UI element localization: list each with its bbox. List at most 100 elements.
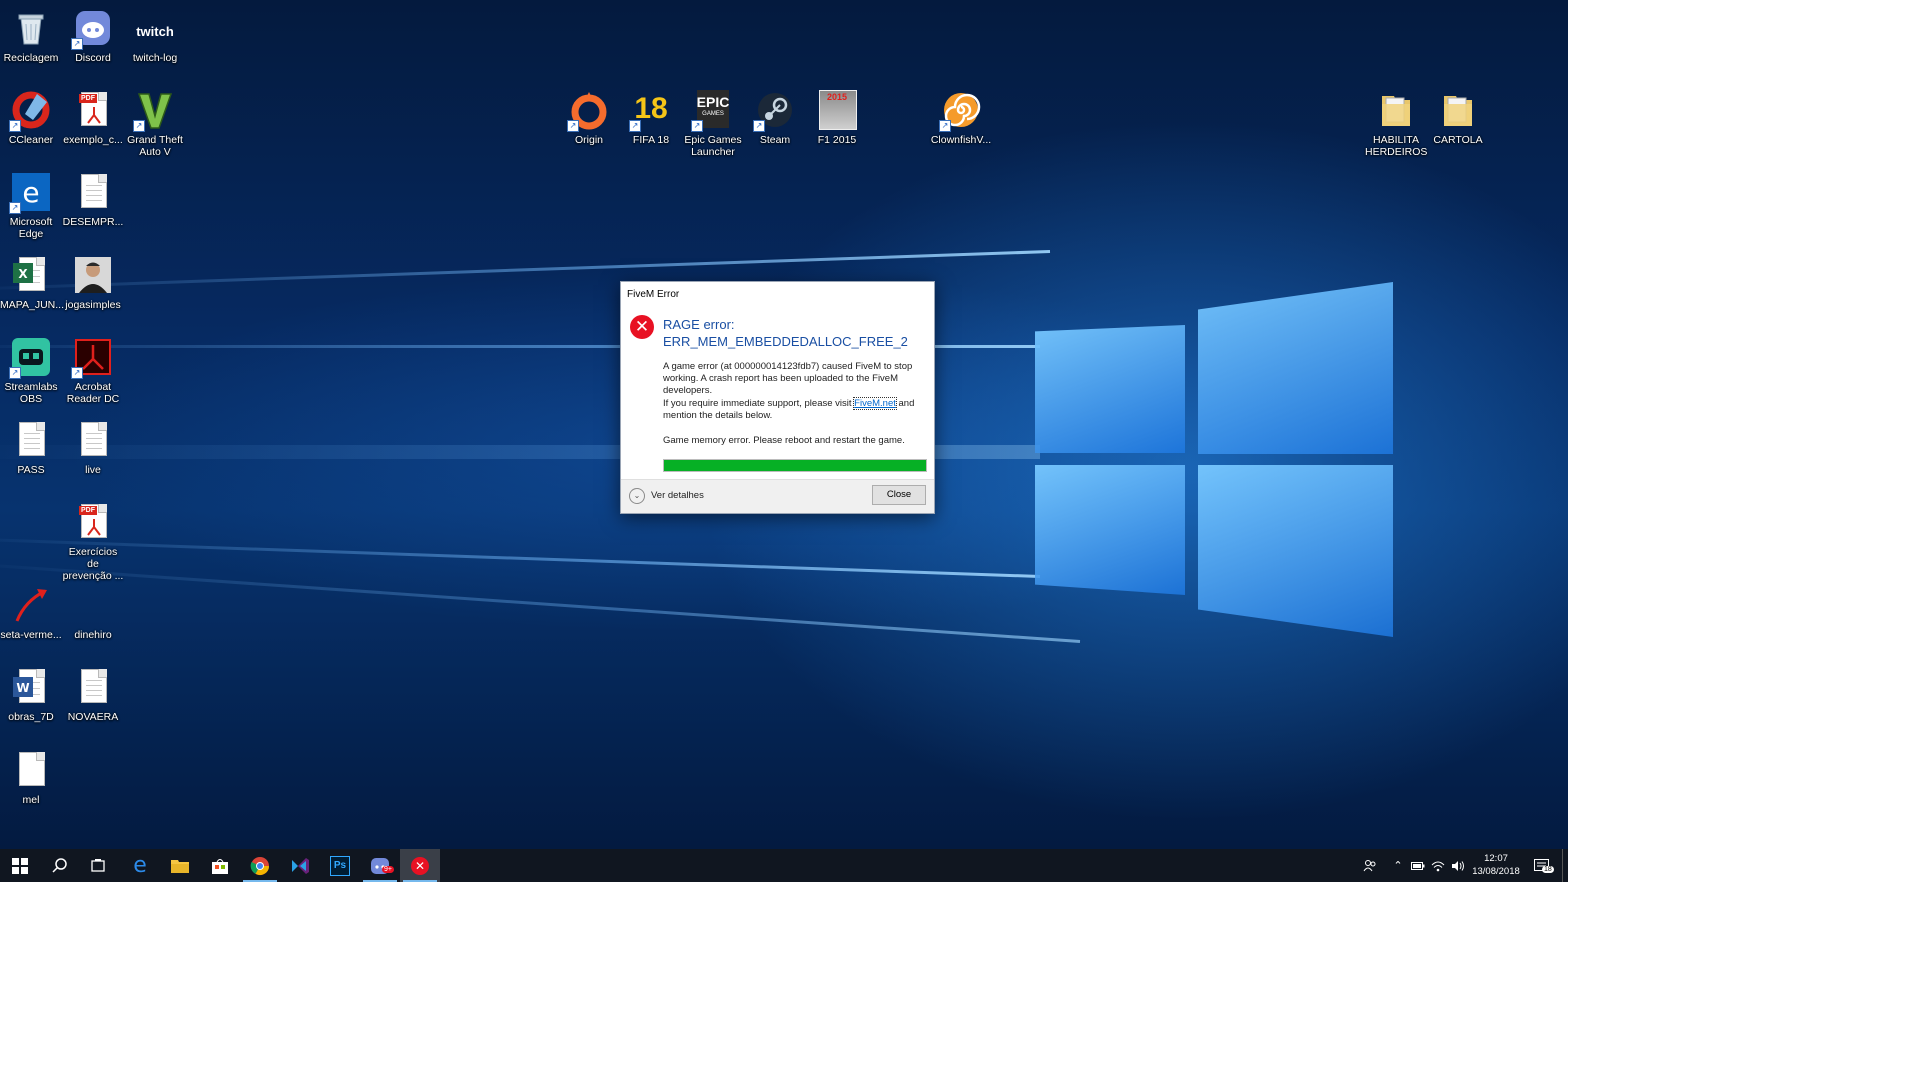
desktop-icon-novaera[interactable]: NOVAERA — [62, 667, 124, 723]
desktop-icon-pass[interactable]: PASS — [0, 420, 62, 476]
store-icon — [212, 858, 228, 874]
memory-error-text: Game memory error. Please reboot and res… — [663, 435, 905, 446]
taskbar-chrome[interactable] — [240, 849, 280, 882]
word-file-icon: W — [11, 667, 51, 707]
error-code: ERR_MEM_EMBEDDEDALLOC_FREE_2 — [663, 334, 908, 349]
start-button[interactable] — [0, 849, 40, 882]
shortcut-arrow-icon: ↗ — [9, 367, 21, 379]
desktop-icon-jogasimples[interactable]: jogasimples — [62, 255, 124, 311]
recycle-bin-icon — [11, 8, 51, 48]
desktop-icon-obras[interactable]: W obras_7D — [0, 667, 62, 723]
shortcut-arrow-icon: ↗ — [567, 120, 579, 132]
taskbar-visual-studio[interactable] — [280, 849, 320, 882]
steam-icon: ↗ — [753, 90, 795, 132]
desktop-icon-exemplo[interactable]: PDF exemplo_c... — [62, 90, 124, 146]
taskbar-edge[interactable]: e — [120, 849, 160, 882]
fivem-net-link[interactable]: FiveM.net — [853, 396, 897, 410]
people-button[interactable] — [1360, 849, 1380, 882]
wallpaper-beam — [0, 536, 1041, 578]
system-clock[interactable]: 12:07 13/08/2018 — [1470, 852, 1522, 878]
desktop-icon-origin[interactable]: ↗ Origin — [558, 90, 620, 146]
desktop-icon-epic-games[interactable]: EPIC GAMES ↗ Epic Games Launcher — [682, 90, 744, 158]
close-button[interactable]: Close — [872, 485, 926, 505]
fifa-icon: 18 ↗ — [629, 90, 671, 132]
desktop-icon-exercicios[interactable]: PDF Exercícios de prevenção ... — [62, 502, 124, 582]
shortcut-arrow-icon: ↗ — [9, 202, 21, 214]
desktop-icon-ccleaner[interactable]: ↗ CCleaner — [0, 90, 62, 146]
desktop-icon-f1[interactable]: 2015 F1 2015 — [806, 90, 868, 146]
desktop-icon-recycle-bin[interactable]: Reciclagem — [0, 8, 62, 64]
desktop-icon-edge[interactable]: e ↗ Microsoft Edge — [0, 172, 62, 240]
twitch-icon: twitch — [135, 8, 175, 48]
show-desktop-button[interactable] — [1562, 849, 1569, 882]
desktop-icon-seta[interactable]: seta-verme... — [0, 585, 62, 641]
folder-icon — [1438, 90, 1478, 130]
desktop-icon-dinehiro[interactable]: dinehiro — [62, 585, 124, 641]
taskbar-photoshop[interactable]: Ps — [320, 849, 360, 882]
chevron-down-icon[interactable]: ⌄ — [629, 488, 645, 504]
shortcut-arrow-icon: ↗ — [71, 38, 83, 50]
svg-text:X: X — [18, 267, 28, 281]
desktop-icon-clownfish[interactable]: ↗ ClownfishV... — [930, 90, 992, 146]
task-view-icon — [91, 858, 105, 872]
wifi-button[interactable] — [1430, 849, 1446, 882]
text-file-icon — [73, 667, 113, 707]
desktop-icon-steam[interactable]: ↗ Steam — [744, 90, 806, 146]
pdf-badge: PDF — [79, 506, 97, 515]
desktop-icon-fifa[interactable]: 18 ↗ FIFA 18 — [620, 90, 682, 146]
show-hidden-icons-button[interactable]: ⌃ — [1390, 849, 1406, 882]
shortcut-arrow-icon: ↗ — [9, 120, 21, 132]
shortcut-arrow-icon: ↗ — [939, 120, 951, 132]
f1-icon: 2015 — [817, 90, 857, 130]
epic-logo-sub: GAMES — [702, 111, 724, 117]
desktop-icon-mel[interactable]: mel — [0, 750, 62, 806]
taskbar-file-explorer[interactable] — [160, 849, 200, 882]
epic-games-icon: EPIC GAMES ↗ — [691, 90, 733, 132]
pdf-badge: PDF — [79, 94, 97, 103]
desktop-icon-live[interactable]: live — [62, 420, 124, 476]
dialog-title: FiveM Error — [627, 289, 680, 300]
taskbar: e Ps 9+ ✕ ⌃ 12:07 13/08/2018 18 — [0, 849, 1568, 882]
progress-bar — [663, 459, 927, 472]
desktop-icon-streamlabs[interactable]: ↗ Streamlabs OBS — [0, 337, 62, 405]
desktop-icon-habilita-herdeiros[interactable]: HABILITA HERDEIROS — [1365, 90, 1427, 158]
taskbar-discord[interactable]: 9+ — [360, 849, 400, 882]
desktop-icon-gta[interactable]: ↗ Grand Theft Auto V — [124, 90, 186, 158]
desktop-icon-acrobat[interactable]: ↗ Acrobat Reader DC — [62, 337, 124, 405]
chevron-up-icon: ⌃ — [1393, 860, 1403, 872]
pdf-file-icon: PDF — [73, 502, 113, 542]
taskbar-fivem-error[interactable]: ✕ — [400, 849, 440, 882]
edge-icon: e ↗ — [9, 172, 51, 214]
search-button[interactable] — [40, 849, 80, 882]
notification-count-badge: 18 — [1542, 866, 1554, 873]
action-center-button[interactable]: 18 — [1530, 849, 1554, 882]
clownfish-icon: ↗ — [939, 90, 981, 132]
desktop-icon-desempr[interactable]: DESEMPR... — [62, 172, 124, 228]
desktop-icon-discord[interactable]: ↗ Discord — [62, 8, 124, 64]
text-file-icon — [73, 172, 113, 212]
shortcut-arrow-icon: ↗ — [753, 120, 765, 132]
desktop: Reciclagem ↗ CCleaner e ↗ Microsoft Edge… — [0, 0, 1568, 849]
photoshop-icon: Ps — [330, 855, 350, 876]
error-heading-line1: RAGE error: — [663, 317, 735, 332]
volume-icon — [1452, 860, 1464, 871]
task-view-button[interactable] — [78, 849, 118, 882]
shortcut-arrow-icon: ↗ — [629, 120, 641, 132]
desktop-icon-cartola[interactable]: CARTOLA — [1427, 90, 1489, 146]
show-details-toggle[interactable]: Ver detalhes — [651, 490, 704, 501]
dialog-footer: ⌄ Ver detalhes Close — [621, 479, 934, 513]
desktop-icon-twitch-log[interactable]: twitch twitch-log — [124, 8, 186, 64]
photo-thumbnail-icon — [73, 255, 113, 295]
battery-button[interactable] — [1410, 849, 1426, 882]
svg-text:W: W — [16, 681, 29, 695]
volume-button[interactable] — [1450, 849, 1466, 882]
error-description: A game error (at 000000014123fdb7) cause… — [663, 361, 913, 397]
acrobat-icon: ↗ — [71, 337, 113, 379]
shortcut-arrow-icon: ↗ — [71, 367, 83, 379]
file-icon — [11, 750, 51, 790]
shortcut-arrow-icon: ↗ — [133, 120, 145, 132]
taskbar-store[interactable] — [200, 849, 240, 882]
streamlabs-icon: ↗ — [9, 337, 51, 379]
desktop-icon-mapa[interactable]: X MAPA_JUN... — [0, 255, 64, 311]
error-heading: RAGE error: ERR_MEM_EMBEDDEDALLOC_FREE_2 — [663, 316, 908, 350]
